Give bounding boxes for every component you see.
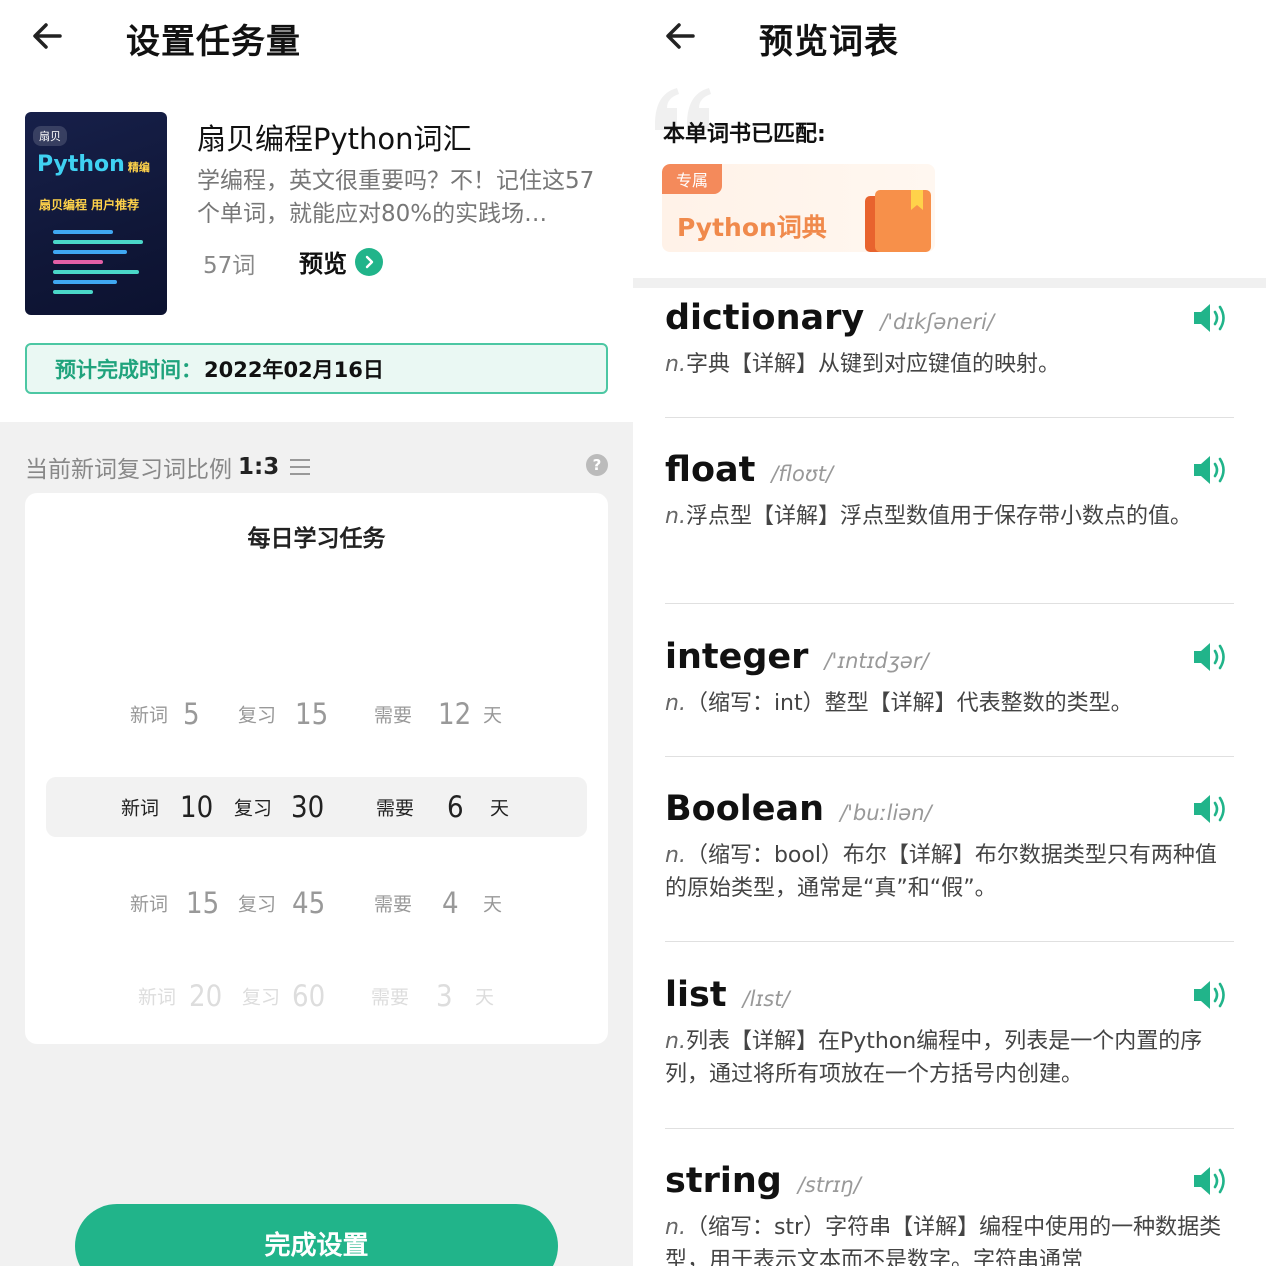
word-divider: [665, 417, 1234, 418]
word-phonetic: /'buːliən/: [840, 801, 932, 825]
daily-task-title: 每日学习任务: [247, 526, 386, 552]
word-definition: n.列表【详解】在Python编程中，列表是一个内置的序列，通过将所有项放在一个…: [665, 1029, 1203, 1087]
word-text: dictionary: [665, 298, 865, 338]
task-option[interactable]: 新词 15 复习 45 需要 4 天: [25, 873, 608, 933]
word-entry: dictionary /'dɪkʃəneri/ n.字典【详解】从键到对应键值的映…: [665, 298, 1234, 418]
ratio-value: 1:3: [238, 454, 280, 480]
word-divider: [665, 1128, 1234, 1129]
word-phonetic: /floʊt/: [771, 462, 834, 486]
page-title: 设置任务量: [126, 22, 301, 62]
task-settings-panel: 设置任务量 扇贝 Python 精编 扇贝编程 用户推荐 扇贝编程Python词汇…: [0, 0, 633, 1266]
section-divider: [633, 278, 1266, 288]
word-entry: float/floʊt/ n.浮点型【详解】浮点型数值用于保存带小数点的值。: [665, 450, 1234, 604]
word-list-preview-panel: 预览词表 本单词书已匹配: 专属 Python词典 dictionary /'dɪ…: [633, 0, 1266, 1266]
book-icon: [865, 190, 931, 252]
task-option[interactable]: 新词 20 复习 60 需要 3 天: [25, 966, 608, 1026]
cover-brand: 扇贝: [33, 126, 67, 146]
speaker-icon[interactable]: [1192, 1163, 1230, 1203]
word-definition: n.（缩写：str）字符串【详解】编程中使用的一种数据类型，用于表示文本而不是数…: [665, 1215, 1222, 1266]
word-count: 57词: [203, 253, 256, 279]
ratio-selector[interactable]: 当前新词复习词比例 1:3: [25, 450, 311, 484]
book-description: 学编程，英文很重要吗？不！记住这57个单词，就能应对80%的实践场…: [197, 168, 595, 227]
speaker-icon[interactable]: [1192, 791, 1230, 831]
cover-code-decoration: [53, 270, 139, 274]
task-option[interactable]: 新词 5 复习 15 需要 12 天: [25, 684, 608, 744]
word-phonetic: /'dɪkʃəneri/: [880, 310, 995, 334]
page-title: 预览词表: [759, 22, 899, 62]
word-divider: [665, 603, 1234, 604]
speaker-icon[interactable]: [1192, 977, 1230, 1017]
word-definition: n.（缩写：int）整型【详解】代表整数的类型。: [665, 691, 1133, 716]
daily-task-picker: 每日学习任务 新词 5 复习 15 需要 12 天 新词 10 复习 30 需要…: [25, 493, 608, 1044]
word-text: string: [665, 1161, 782, 1201]
word-text: float: [665, 450, 756, 490]
cover-tagline: 扇贝编程 用户推荐: [39, 198, 140, 212]
cover-code-decoration: [53, 240, 143, 244]
arrow-left-icon: [666, 23, 695, 49]
preview-button[interactable]: 预览: [299, 244, 383, 279]
dictionary-name: Python词典: [677, 213, 827, 242]
menu-icon: [290, 459, 311, 475]
word-definition: n.字典【详解】从键到对应键值的映射。: [665, 352, 1060, 377]
estimated-completion: 预计完成时间： 2022年02月16日: [25, 343, 608, 394]
word-divider: [665, 941, 1234, 942]
python-dictionary-card[interactable]: 专属 Python词典: [662, 164, 935, 252]
finish-settings-button[interactable]: 完成设置: [75, 1204, 558, 1266]
cover-code-decoration: [53, 260, 103, 264]
cover-code-decoration: [53, 290, 93, 294]
cover-code-decoration: [53, 280, 117, 284]
back-button[interactable]: [659, 14, 703, 58]
speaker-icon[interactable]: [1192, 639, 1230, 679]
word-phonetic: /lɪst/: [742, 987, 790, 1011]
chevron-right-icon: [355, 247, 383, 276]
cover-python-title: Python 精编: [37, 152, 150, 177]
word-definition: n.浮点型【详解】浮点型数值用于保存带小数点的值。: [665, 504, 1192, 529]
cover-code-decoration: [53, 230, 113, 234]
speaker-icon[interactable]: [1192, 452, 1230, 492]
word-phonetic: /'ɪntɪdʒər/: [824, 649, 929, 673]
preview-label: 预览: [299, 250, 347, 278]
eta-value: 2022年02月16日: [204, 357, 384, 382]
word-entry: string/strɪŋ/ n.（缩写：str）字符串【详解】编程中使用的一种数…: [665, 1161, 1234, 1266]
word-text: Boolean: [665, 789, 825, 829]
speaker-icon[interactable]: [1192, 300, 1230, 340]
arrow-left-icon: [33, 23, 62, 49]
word-text: integer: [665, 637, 809, 677]
matched-label: 本单词书已匹配:: [663, 122, 826, 147]
book-cover: 扇贝 Python 精编 扇贝编程 用户推荐: [25, 112, 167, 315]
task-settings-header: 设置任务量: [0, 0, 633, 76]
exclusive-badge: 专属: [662, 164, 723, 194]
book-title: 扇贝编程Python词汇: [197, 122, 472, 156]
word-definition: n.（缩写：bool）布尔【详解】布尔数据类型只有两种值的原始类型，通常是“真”…: [665, 843, 1217, 901]
preview-header: 预览词表: [633, 0, 1266, 76]
ratio-label: 当前新词复习词比例: [25, 457, 232, 483]
task-option-selected[interactable]: 新词 10 复习 30 需要 6 天: [46, 777, 587, 837]
word-entry: integer /'ɪntɪdʒər/ n.（缩写：int）整型【详解】代表整数的…: [665, 637, 1234, 757]
word-text: list: [665, 975, 727, 1015]
help-icon[interactable]: ?: [586, 454, 608, 476]
word-entry: Boolean /'buːliən/ n.（缩写：bool）布尔【详解】布尔数据类…: [665, 789, 1234, 942]
back-button[interactable]: [26, 14, 70, 58]
cover-code-decoration: [53, 250, 127, 254]
word-phonetic: /strɪŋ/: [797, 1173, 861, 1197]
word-divider: [665, 756, 1234, 757]
eta-label: 预计完成时间：: [55, 357, 202, 382]
word-entry: list/lɪst/ n.列表【详解】在Python编程中，列表是一个内置的序列…: [665, 975, 1234, 1129]
